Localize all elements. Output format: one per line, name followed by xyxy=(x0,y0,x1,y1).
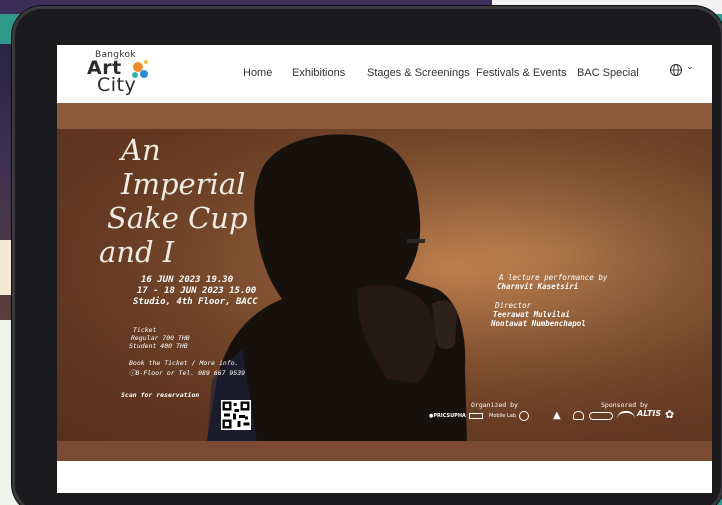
organizer-logo xyxy=(469,413,483,419)
poster-title-line: Imperial xyxy=(121,167,246,201)
chevron-down-icon[interactable]: ⌄ xyxy=(686,62,694,72)
booking-contact: ⓘB-Floor or Tel. 089 667 9539 xyxy=(129,369,246,377)
event-venue: Studio, 4th Floor, BACC xyxy=(133,297,258,307)
nav-festivals-events[interactable]: Festivals & Events xyxy=(476,67,566,79)
page-content-area xyxy=(57,461,712,493)
poster-title-line: and I xyxy=(99,235,175,269)
event-date-2: 17 - 18 JUN 2023 15.00 xyxy=(137,286,257,296)
ticket-label: Ticket xyxy=(133,326,157,334)
organizer-logo: ●PRICSUPHA xyxy=(429,413,466,419)
director-name: Teerawat Mulvilai xyxy=(493,310,570,319)
site-logo[interactable]: Bangkok Art City xyxy=(85,50,155,98)
organizer-logo: Mobile Lab xyxy=(489,413,517,419)
nav-bac-special[interactable]: BAC Special xyxy=(577,67,639,79)
globe-icon[interactable] xyxy=(669,63,683,77)
poster-title-line: An xyxy=(121,133,161,167)
banner-top-band xyxy=(57,103,712,129)
qr-code-icon[interactable] xyxy=(221,400,251,430)
sponsor-logo xyxy=(573,411,584,420)
booking-contact-text: B-Floor or Tel. 089 667 9539 xyxy=(135,369,246,377)
booking-info: Book the Ticket / More info. xyxy=(129,359,239,367)
organized-by-label: Organized by xyxy=(471,401,518,409)
ticket-student: Student 400 THB xyxy=(129,342,188,350)
logo-dot-blue xyxy=(140,70,148,78)
nav-exhibitions[interactable]: Exhibitions xyxy=(292,67,345,79)
scan-label: Scan for reservation xyxy=(121,391,200,399)
logo-dot-yellow xyxy=(144,60,148,64)
tablet-frame: Bangkok Art City Home Exhibitions Stages… xyxy=(12,6,722,505)
lecture-label: A lecture performance by xyxy=(499,273,608,282)
site-header: Bangkok Art City Home Exhibitions Stages… xyxy=(57,45,712,103)
lecturer-name: Charnvit Kasetsiri xyxy=(497,282,579,291)
director-name: Nontawat Numbenchapol xyxy=(491,319,586,328)
sponsor-logo: ▲ xyxy=(553,410,561,421)
organizer-logo xyxy=(519,411,529,421)
nav-home[interactable]: Home xyxy=(243,67,272,79)
ticket-regular: Regular 700 THB xyxy=(131,334,190,342)
sponsor-logo xyxy=(617,411,635,420)
sponsored-by-label: Sponsored by xyxy=(601,401,648,409)
banner-bottom-band xyxy=(57,441,712,461)
logo-text-city: City xyxy=(97,74,137,96)
event-date-1: 16 JUN 2023 19.30 xyxy=(141,275,234,285)
sponsor-logo: ALTIS xyxy=(637,409,662,418)
event-banner[interactable]: An Imperial Sake Cup and I 16 JUN 2023 1… xyxy=(57,129,712,441)
sponsor-logo: ✿ xyxy=(665,408,675,421)
poster-title-line: Sake Cup xyxy=(107,201,248,235)
logo-dot-teal xyxy=(132,72,138,78)
director-label: Director xyxy=(495,301,532,310)
tablet-screen: Bangkok Art City Home Exhibitions Stages… xyxy=(57,45,712,493)
sponsor-logo xyxy=(589,412,613,420)
nav-stages-screenings[interactable]: Stages & Screenings xyxy=(367,67,470,79)
